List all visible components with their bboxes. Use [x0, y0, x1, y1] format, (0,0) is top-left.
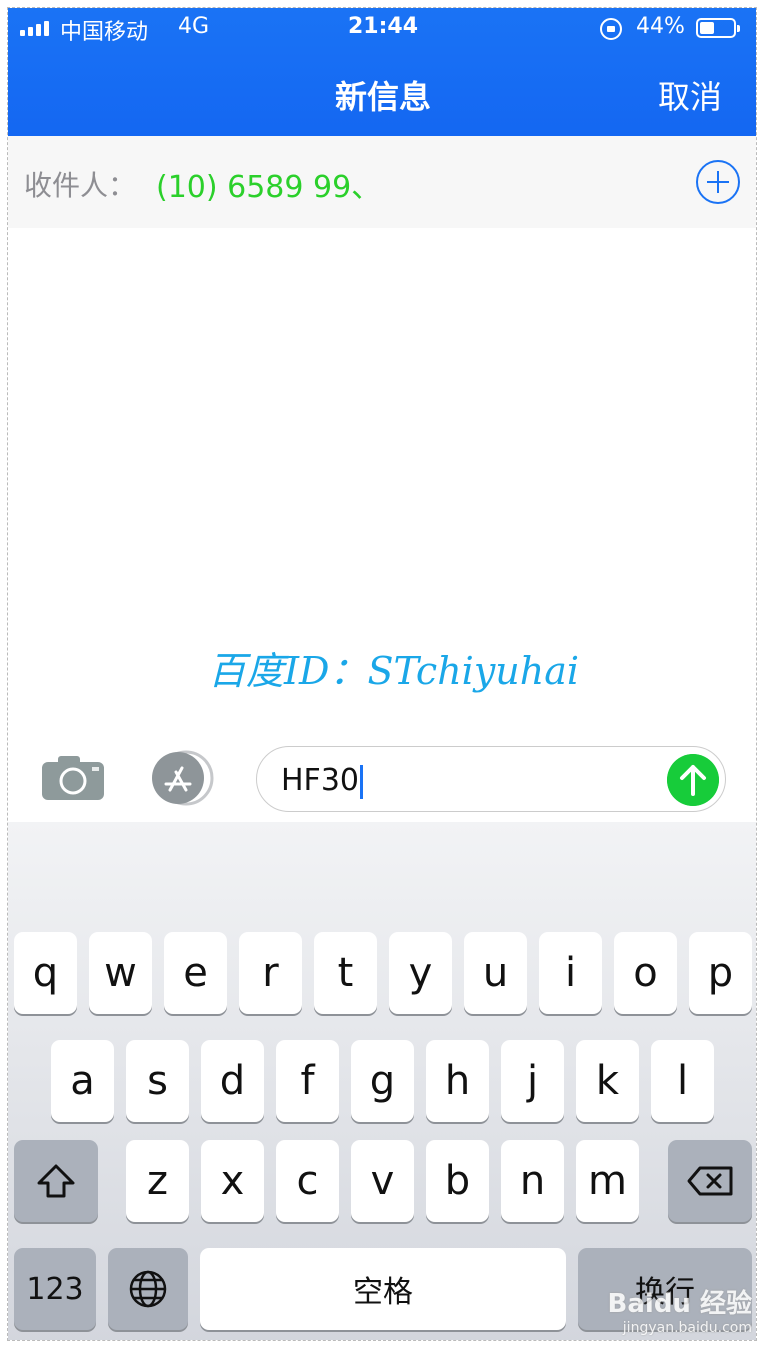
key-p[interactable]: p	[689, 932, 752, 1014]
watermark-text: 百度ID：STchiyuhai	[208, 649, 580, 693]
delete-key[interactable]	[668, 1140, 752, 1222]
globe-icon	[129, 1270, 167, 1308]
add-contact-icon[interactable]	[696, 160, 740, 204]
baidu-jingyan-watermark: Baidu 经验 jingyan.baidu.com	[608, 1283, 752, 1336]
key-x[interactable]: x	[201, 1140, 264, 1222]
key-e[interactable]: e	[164, 932, 227, 1014]
status-bar: 中国移动 4G 21:44 44%	[8, 8, 756, 48]
header: 中国移动 4G 21:44 44% 新信息 取消	[8, 8, 756, 136]
key-q[interactable]: q	[14, 932, 77, 1014]
message-input[interactable]: HF30	[256, 746, 726, 812]
composer-bar: HF30	[8, 732, 756, 822]
key-n[interactable]: n	[501, 1140, 564, 1222]
key-g[interactable]: g	[351, 1040, 414, 1122]
key-b[interactable]: b	[426, 1140, 489, 1222]
app-store-icon[interactable]	[146, 750, 218, 806]
key-y[interactable]: y	[389, 932, 452, 1014]
screen: 中国移动 4G 21:44 44% 新信息 取消 收件人： (10) 6589 …	[7, 7, 757, 1341]
baidu-url: jingyan.baidu.com	[622, 1320, 752, 1336]
rotation-lock-icon	[600, 18, 622, 40]
space-key[interactable]: 空格	[200, 1248, 566, 1330]
baidu-logo: Baidu 经验	[607, 1289, 752, 1319]
key-k[interactable]: k	[576, 1040, 639, 1122]
key-s[interactable]: s	[126, 1040, 189, 1122]
shift-key[interactable]	[14, 1140, 98, 1222]
globe-key[interactable]	[108, 1248, 188, 1330]
send-button[interactable]	[667, 754, 719, 806]
key-o[interactable]: o	[614, 932, 677, 1014]
recipient-label: 收件人：	[24, 169, 137, 202]
battery-icon	[696, 18, 740, 38]
battery-percent: 44%	[636, 14, 685, 39]
key-f[interactable]: f	[276, 1040, 339, 1122]
text-caret	[360, 764, 363, 799]
backspace-icon	[687, 1166, 733, 1196]
key-h[interactable]: h	[426, 1040, 489, 1122]
page-title: 新信息	[334, 78, 431, 116]
message-text: HF30	[281, 763, 363, 799]
key-i[interactable]: i	[539, 932, 602, 1014]
key-j[interactable]: j	[501, 1040, 564, 1122]
key-z[interactable]: z	[126, 1140, 189, 1222]
key-m[interactable]: m	[576, 1140, 639, 1222]
key-c[interactable]: c	[276, 1140, 339, 1222]
key-v[interactable]: v	[351, 1140, 414, 1222]
key-a[interactable]: a	[51, 1040, 114, 1122]
key-t[interactable]: t	[314, 932, 377, 1014]
key-d[interactable]: d	[201, 1040, 264, 1122]
recipient-row[interactable]: 收件人： (10) 6589 99、	[8, 136, 756, 228]
keyboard: qwertyuiop asdfghjkl zxcvbnm 123 空格 换行 B	[8, 822, 756, 1340]
camera-icon[interactable]	[40, 754, 106, 802]
shift-icon	[37, 1164, 75, 1198]
key-l[interactable]: l	[651, 1040, 714, 1122]
numbers-key[interactable]: 123	[14, 1248, 96, 1330]
key-u[interactable]: u	[464, 932, 527, 1014]
cancel-button[interactable]: 取消	[658, 72, 722, 118]
key-w[interactable]: w	[89, 932, 152, 1014]
recipient-value[interactable]: (10) 6589 99、	[156, 162, 381, 206]
key-r[interactable]: r	[239, 932, 302, 1014]
